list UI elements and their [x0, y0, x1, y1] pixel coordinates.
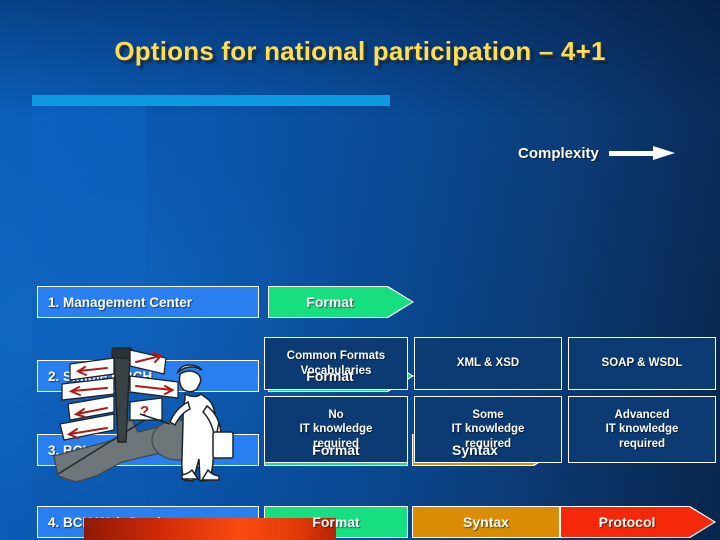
- cell-line: Some: [472, 408, 504, 421]
- complexity-indicator: Complexity: [518, 142, 675, 164]
- cell-line: XML & XSD: [456, 357, 520, 370]
- slide-canvas: Options for national participation – 4+1…: [0, 0, 720, 540]
- cell-line: IT knowledge: [605, 423, 679, 436]
- right-arrow-icon: [608, 146, 675, 160]
- stage-syntax-4[interactable]: Syntax: [412, 506, 560, 538]
- option-label-1[interactable]: 1. Management Center: [37, 286, 259, 318]
- complexity-label: Complexity: [518, 144, 599, 162]
- page-title: Options for national participation – 4+1: [114, 36, 606, 66]
- cell-line: required: [618, 437, 665, 450]
- table-cell: Advanced IT knowledge required: [568, 396, 716, 463]
- cell-line: SOAP & WSDL: [601, 357, 683, 370]
- cell-line: Common Formats: [286, 350, 386, 363]
- person-at-signpost-illustration: ?: [53, 347, 234, 483]
- stage-label: Syntax: [452, 442, 498, 458]
- cell-line: Advanced: [614, 408, 670, 421]
- stage-label: Format: [306, 294, 354, 310]
- table-cell: XML & XSD: [414, 337, 562, 390]
- cell-line: No: [328, 408, 344, 421]
- footer-red-bar: [84, 518, 336, 540]
- stage-format-1[interactable]: Format: [268, 286, 414, 318]
- stage-label: Format: [306, 368, 354, 384]
- title-accent-bar: [32, 95, 390, 106]
- cell-line: IT knowledge: [451, 423, 525, 436]
- stage-label: Format: [312, 442, 360, 458]
- cell-line: IT knowledge: [299, 423, 373, 436]
- stage-label: Format: [312, 514, 360, 530]
- stage-label: Protocol: [598, 514, 656, 530]
- svg-text:?: ?: [140, 403, 149, 420]
- stage-label: Syntax: [463, 514, 509, 530]
- stage-protocol-4[interactable]: Protocol: [560, 506, 716, 538]
- table-cell: SOAP & WSDL: [568, 337, 716, 390]
